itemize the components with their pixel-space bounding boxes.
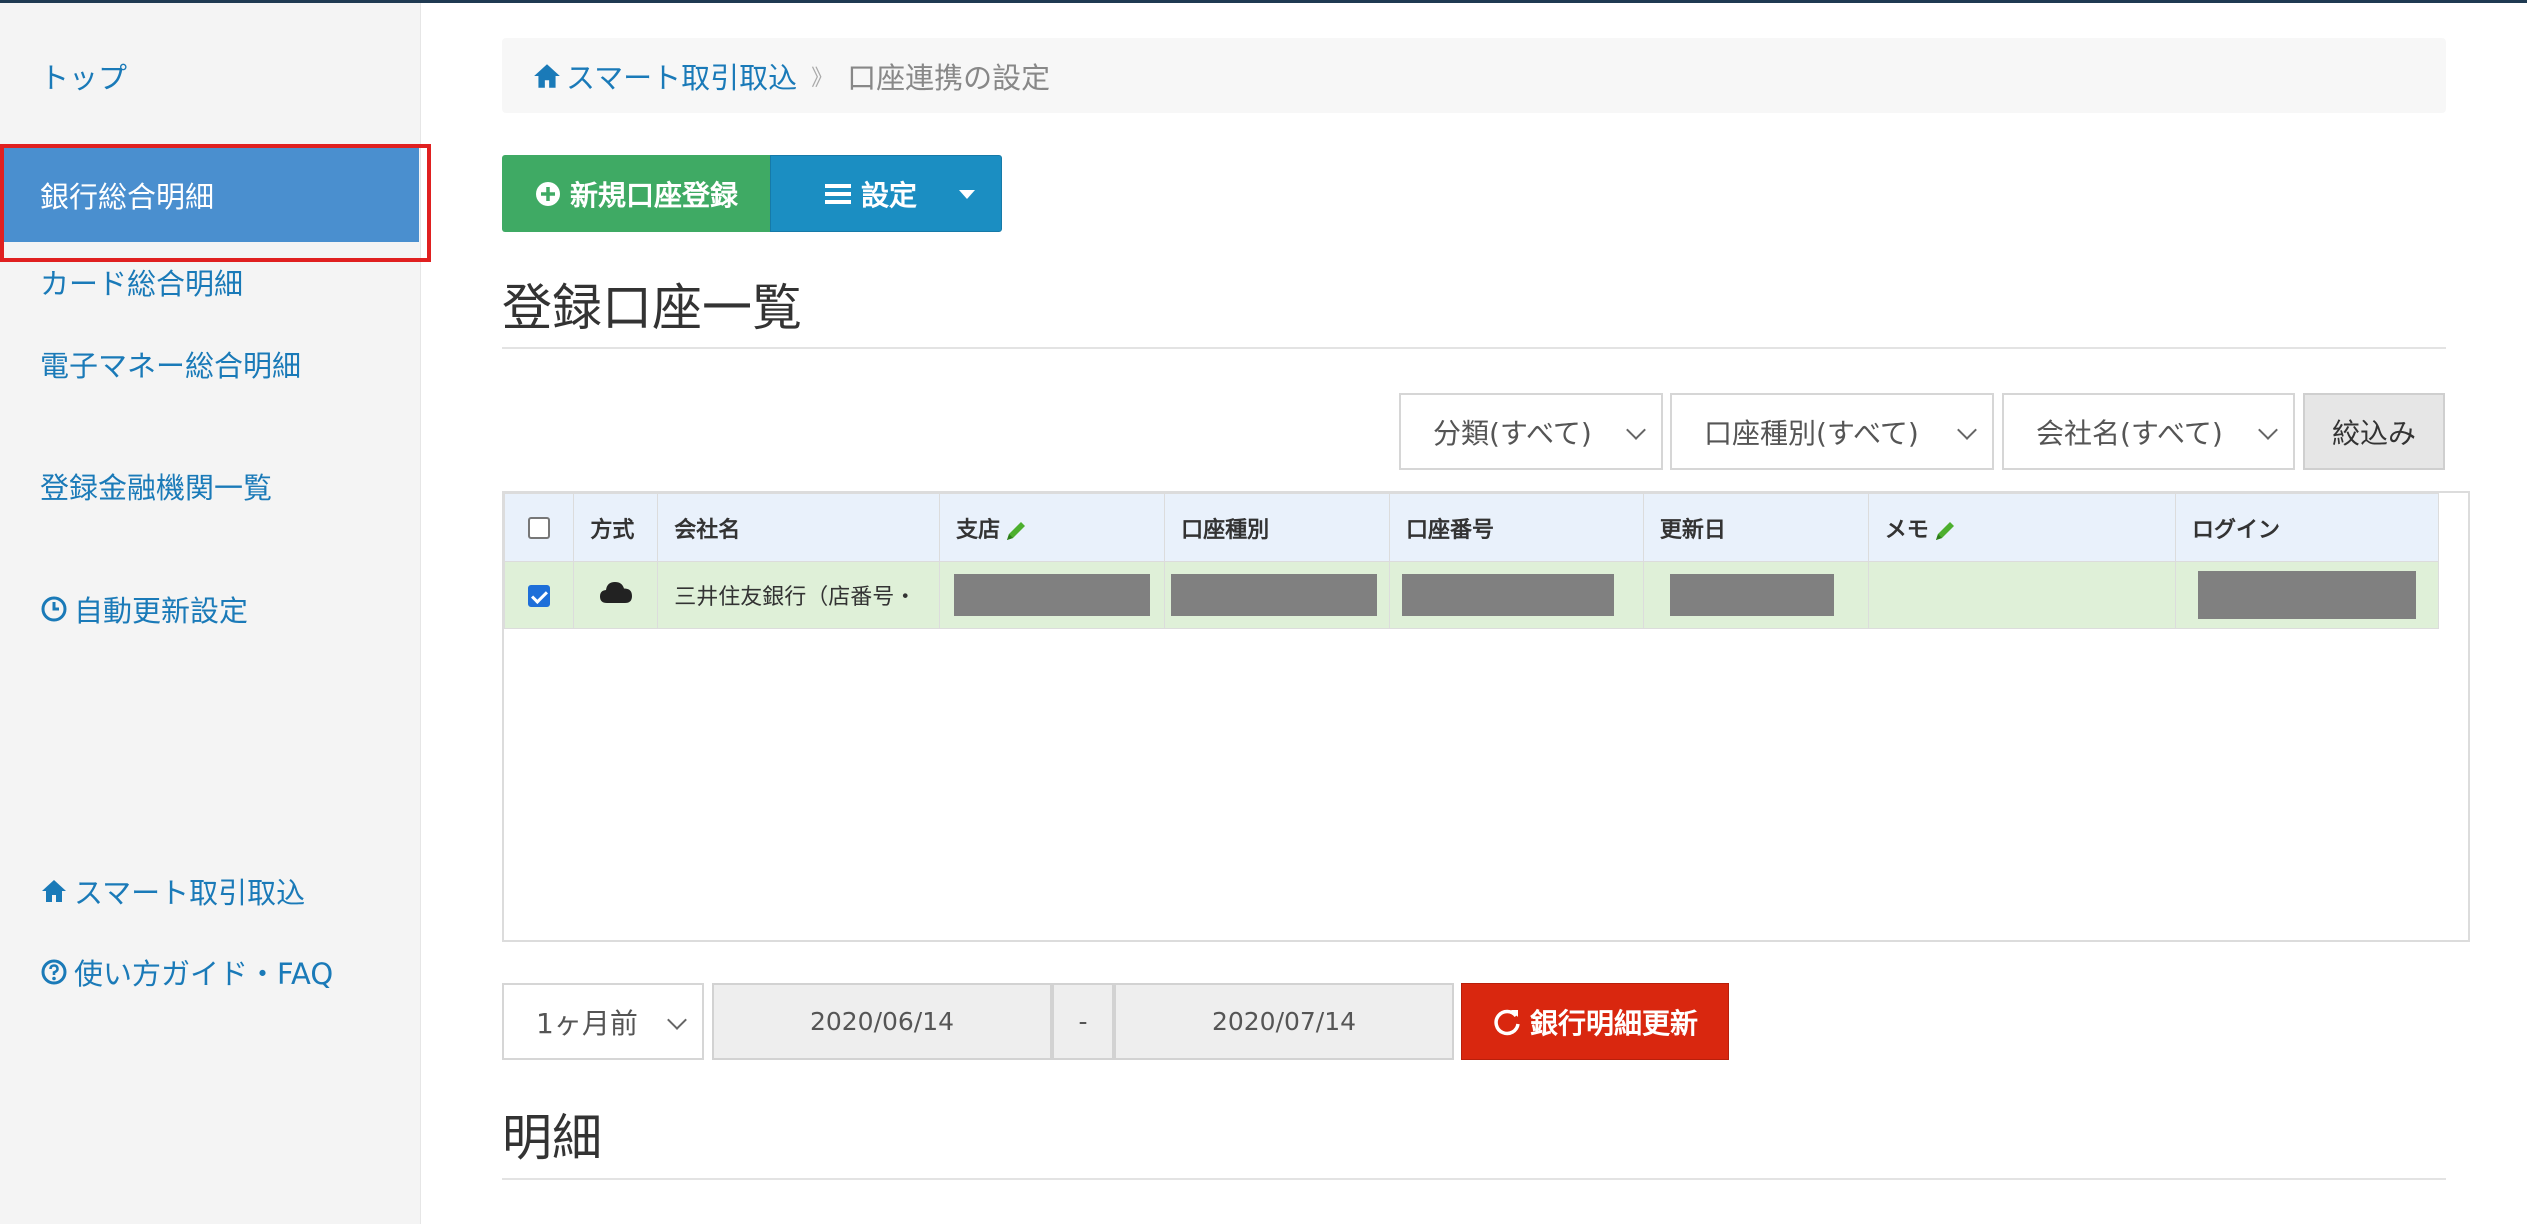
method-cell: [573, 561, 659, 629]
redacted-block: [1669, 574, 1834, 616]
header-branch[interactable]: 支店: [939, 493, 1166, 562]
refresh-icon: [1494, 1009, 1520, 1035]
accounts-table: 方式 会社名 支店 口座種別 口座番号 更新日 メモ ログイン 三井住友銀行（店…: [503, 493, 2440, 629]
details-heading: 明細: [502, 1109, 602, 1167]
chevron-down-icon: [1626, 420, 1646, 440]
accounts-heading: 登録口座一覧: [502, 279, 802, 337]
pencil-icon: [1007, 521, 1026, 540]
account-type-filter-select[interactable]: 口座種別(すべて): [1670, 393, 1994, 470]
chevron-down-icon: [1957, 420, 1977, 440]
accounts-table-container[interactable]: 方式 会社名 支店 口座種別 口座番号 更新日 メモ ログイン 三井住友銀行（店…: [502, 491, 2470, 942]
header-account-number: 口座番号: [1389, 493, 1644, 562]
sidebar-item-label: 銀行総合明細: [40, 180, 215, 214]
divider: [502, 347, 2446, 349]
company-cell: 三井住友銀行（店番号・: [657, 561, 941, 629]
sidebar-item-emoney-summary[interactable]: 電子マネー総合明細: [40, 343, 301, 385]
home-icon: [42, 880, 66, 902]
sidebar-item-smart-import[interactable]: スマート取引取込: [40, 870, 305, 912]
home-icon: [534, 63, 560, 88]
new-account-label: 新規口座登録: [569, 178, 738, 212]
update-button-label: 銀行明細更新: [1529, 1006, 1698, 1040]
breadcrumb: スマート取引取込 》 口座連携の設定: [502, 38, 2446, 113]
redacted-block: [1171, 574, 1378, 616]
branch-cell: [939, 561, 1166, 629]
table-row[interactable]: 三井住友銀行（店番号・: [503, 561, 2440, 629]
sidebar-item-label: 電子マネー総合明細: [40, 349, 302, 383]
category-filter-value: 分類(すべて): [1433, 416, 1592, 450]
row-checkbox[interactable]: [528, 584, 551, 607]
select-all-cell: [503, 493, 575, 562]
sidebar-item-label: 使い方ガイド・FAQ: [74, 957, 334, 991]
sidebar-item-label: トップ: [40, 61, 128, 95]
date-from-field[interactable]: 2020/06/14: [712, 983, 1052, 1060]
sidebar-item-top[interactable]: トップ: [40, 55, 127, 97]
updated-cell: [1642, 561, 1869, 629]
row-checkbox-cell: [503, 561, 575, 629]
sidebar-item-auto-update[interactable]: 自動更新設定: [40, 588, 248, 630]
settings-dropdown-button[interactable]: 設定: [770, 155, 1002, 232]
sidebar: トップ 銀行総合明細 カード総合明細 電子マネー総合明細 登録金融機関一覧 自動…: [0, 3, 431, 1224]
date-range-separator: -: [1052, 983, 1114, 1060]
new-account-button[interactable]: 新規口座登録: [502, 155, 770, 232]
settings-label: 設定: [861, 178, 918, 212]
sidebar-item-label: 自動更新設定: [74, 594, 249, 628]
chevron-down-icon: [667, 1010, 687, 1030]
sidebar-item-card-summary[interactable]: カード総合明細: [40, 261, 243, 303]
header-memo-label: メモ: [1884, 517, 1929, 543]
header-updated: 更新日: [1642, 493, 1869, 562]
filter-button[interactable]: 絞込み: [2303, 393, 2445, 470]
help-icon: [41, 959, 67, 985]
breadcrumb-home-link[interactable]: スマート取引取込: [532, 55, 797, 97]
account-type-cell: [1164, 561, 1391, 629]
redacted-block: [954, 574, 1151, 616]
divider: [502, 1178, 2446, 1180]
breadcrumb-current: 口座連携の設定: [847, 60, 1051, 95]
select-all-checkbox[interactable]: [528, 517, 551, 539]
header-method: 方式: [573, 493, 659, 562]
cloud-icon: [599, 582, 632, 603]
sidebar-item-bank-summary[interactable]: 銀行総合明細: [4, 148, 419, 242]
memo-cell: [1867, 561, 2176, 629]
redacted-block: [2197, 571, 2416, 619]
category-filter-select[interactable]: 分類(すべて): [1399, 393, 1663, 470]
sidebar-item-label: スマート取引取込: [74, 876, 306, 910]
period-select[interactable]: 1ヶ月前: [502, 983, 704, 1060]
sidebar-item-guide[interactable]: 使い方ガイド・FAQ: [40, 951, 333, 993]
breadcrumb-separator: 》: [811, 65, 834, 91]
header-login: ログイン: [2174, 493, 2440, 562]
sidebar-item-label: カード総合明細: [40, 267, 244, 301]
breadcrumb-home-label: スマート取引取込: [566, 60, 798, 95]
header-memo[interactable]: メモ: [1867, 493, 2176, 562]
account-type-filter-value: 口座種別(すべて): [1704, 416, 1919, 450]
redacted-block: [1402, 574, 1615, 616]
update-bank-details-button[interactable]: 銀行明細更新: [1461, 983, 1729, 1060]
period-select-value: 1ヶ月前: [536, 1006, 638, 1040]
menu-icon: [825, 183, 851, 204]
plus-circle-icon: [535, 181, 560, 206]
header-company: 会社名: [657, 493, 941, 562]
sidebar-item-label: 登録金融機関一覧: [40, 471, 273, 505]
account-number-cell: [1389, 561, 1644, 629]
clock-icon: [41, 596, 67, 622]
header-branch-label: 支店: [956, 517, 1001, 543]
pencil-icon: [1935, 521, 1954, 540]
table-header-row: 方式 会社名 支店 口座種別 口座番号 更新日 メモ ログイン: [503, 493, 2440, 562]
company-filter-select[interactable]: 会社名(すべて): [2002, 393, 2295, 470]
sidebar-item-financial-list[interactable]: 登録金融機関一覧: [40, 465, 272, 507]
caret-down-icon: [959, 190, 975, 199]
header-account-type: 口座種別: [1164, 493, 1391, 562]
date-to-field[interactable]: 2020/07/14: [1114, 983, 1454, 1060]
company-filter-value: 会社名(すべて): [2036, 416, 2223, 450]
login-cell: [2174, 561, 2440, 629]
chevron-down-icon: [2258, 420, 2278, 440]
